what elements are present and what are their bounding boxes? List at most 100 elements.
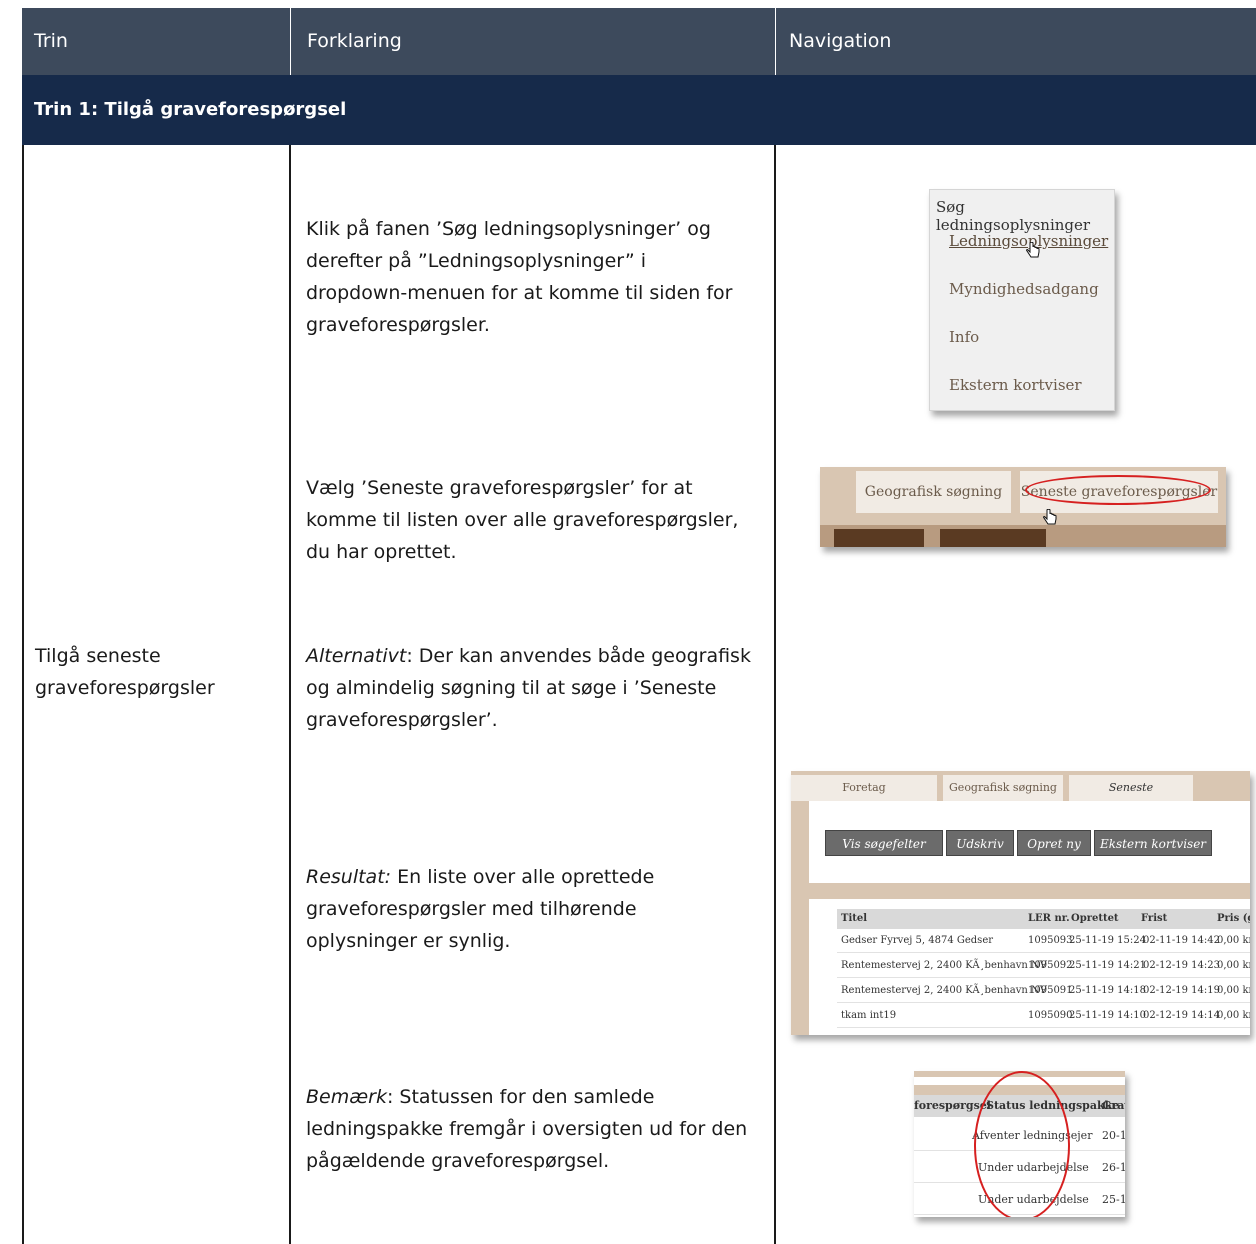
text-line: Bemærk: Statussen for den samlede [306,1081,747,1113]
text-line: dropdown-menuen for at komme til siden f… [306,282,733,304]
list-screenshot: Foretag graveforespørgsel Geografisk søg… [791,771,1250,1035]
table-row[interactable]: Rentemestervej 2, 2400 KÃ¸benhavn NV 109… [837,954,1250,978]
tab-geografisk-sogning[interactable]: Geografisk søgning [943,775,1063,801]
tabs-screenshot: Geografisk søgning Seneste graveforespør… [820,467,1226,547]
text-line: Alternativt: Der kan anvendes både geogr… [306,640,751,672]
table-header: Trin Forklaring Navigation [22,8,1256,75]
grid-header: Titel LER nr. Oprettet Frist Pris (gel [837,909,1250,929]
cell-oprettet: 25-11-19 15:24 [1069,935,1146,946]
tab-seneste-graveforesporgsler[interactable]: Seneste graveforespørgsler [1069,775,1193,820]
paragraph-note: Bemærk: Statussen for den samlede lednin… [306,1081,747,1177]
cell-titel: Gedser Fyrvej 5, 4874 Gedser [841,935,994,946]
text-line: graveforespørgsler. [306,314,490,336]
cell-titel: tkam int19 [841,1010,897,1021]
dropdown-item-info[interactable]: Info [949,328,979,346]
col-grav[interactable]: Grav [1102,1099,1125,1112]
col-ler-nr[interactable]: LER nr. [1028,909,1070,929]
cell-oprettet: 25-11-19 14:10 [1069,1010,1146,1021]
highlight-ring [974,1071,1070,1217]
cell-pris: 0,00 kr. [1217,935,1250,946]
step-label: Tilgå seneste graveforespørgsler [35,640,215,704]
section-row: Trin 1: Tilgå graveforespørgsel [22,75,1256,145]
cell-oprettet: 25-11-19 14:21 [1069,960,1146,971]
text-line: ledningspakke fremgår i oversigten ud fo… [306,1118,748,1140]
text-line: Resultat: En liste over alle oprettede [306,861,654,893]
text-line: graveforespørgsler’. [306,709,498,731]
cell-pris: 0,00 kr. [1217,960,1250,971]
col-frist[interactable]: Frist [1141,909,1167,929]
cell-pris: 0,00 kr. [1217,985,1250,996]
status-screenshot: forespørgsel Status ledningspakke Grav A… [914,1071,1125,1217]
text-line: pågældende graveforespørgsel. [306,1150,610,1172]
dropdown-title[interactable]: Søg ledningsoplysninger [936,198,1114,234]
button-panel: Vis søgefelter Udskriv Opret ny Ekstern … [809,801,1250,883]
paragraph-result: Resultat: En liste over alle oprettede g… [306,861,654,957]
cell-frist: 02-12-19 14:23 [1143,960,1220,971]
results-grid: Titel LER nr. Oprettet Frist Pris (gel G… [809,899,1250,1035]
step-label-line: graveforespørgsler [35,677,215,699]
table-border-left [22,145,24,1244]
cell-ler-nr: 1095093 [1028,935,1073,946]
ekstern-kortviser-button[interactable]: Ekstern kortviser [1094,830,1212,856]
cell-ler-nr: 1095090 [1028,1010,1073,1021]
text-line: derefter på ”Ledningsoplysninger” i [306,250,647,272]
text-span: En liste over alle oprettede [391,866,655,888]
text-line: og almindelig søgning til at søge i ’Sen… [306,677,717,699]
text-line: Klik på fanen ’Søg ledningsoplysninger’ … [306,218,711,240]
cell-grav: 20-1 [1102,1129,1125,1142]
cell-titel: Rentemestervej 2, 2400 KÃ¸benhavn NV [841,960,1047,971]
section-title: Trin 1: Tilgå graveforespørgsel [34,99,347,120]
tab-geografisk-sogning[interactable]: Geografisk søgning [856,471,1011,513]
subnav-tab [940,529,1046,547]
col-titel[interactable]: Titel [841,909,867,929]
header-divider [290,8,291,75]
highlight-ring [1025,475,1211,505]
table-row[interactable]: Rentemestervej 2, 2400 KÃ¸benhavn NV 109… [837,979,1250,1003]
dropdown-item-ekstern-kortviser[interactable]: Ekstern kortviser [949,376,1082,394]
table-border-right [774,145,776,1244]
hand-cursor-icon [1026,242,1040,258]
cell-ler-nr: 1095092 [1028,960,1073,971]
paragraph-alternative: Alternativt: Der kan anvendes både geogr… [306,640,751,736]
cell-grav: 26-1 [1102,1161,1125,1174]
subnav-tab [834,529,924,547]
cell-frist: 02-12-19 14:19 [1143,985,1220,996]
cell-frist: 02-12-19 14:14 [1143,1010,1220,1021]
opret-ny-button[interactable]: Opret ny [1017,830,1091,856]
text-line: komme til listen over alle graveforespør… [306,509,739,531]
dropdown-item-myndighedsadgang[interactable]: Myndighedsadgang [949,280,1099,298]
text-span: : Statussen for den samlede [386,1086,655,1108]
header-col-explanation: Forklaring [307,30,402,52]
dropdown-menu-screenshot: Søg ledningsoplysninger Ledningsoplysnin… [929,189,1115,411]
cell-grav: 25-1 [1102,1193,1125,1206]
hand-cursor-icon [1043,509,1057,525]
italic-lead: Resultat: [306,866,392,888]
step-label-line: Tilgå seneste [35,645,161,667]
cell-pris: 0,00 kr. [1217,1010,1250,1021]
paragraph-select-latest: Vælg ’Seneste graveforespørgsler’ for at… [306,472,738,568]
text-line: oplysninger er synlig. [306,930,511,952]
table-border-mid [289,145,291,1244]
text-span: : Der kan anvendes både geografisk [406,645,751,667]
col-oprettet[interactable]: Oprettet [1071,909,1119,929]
header-divider [775,8,776,75]
vis-sogefelter-button[interactable]: Vis søgefelter [825,830,943,856]
table-row[interactable]: Gedser Fyrvej 5, 4874 Gedser 1095093 25-… [837,929,1250,953]
cell-oprettet: 25-11-19 14:18 [1069,985,1146,996]
cell-titel: Rentemestervej 2, 2400 KÃ¸benhavn NV [841,985,1047,996]
text-line: du har oprettet. [306,541,457,563]
text-line: graveforespørgsler med tilhørende [306,898,637,920]
udskriv-button[interactable]: Udskriv [946,830,1014,856]
italic-lead: Bemærk [306,1086,387,1108]
cell-frist: 02-11-19 14:42 [1143,935,1220,946]
header-col-step: Trin [34,30,68,52]
col-pris[interactable]: Pris (gel [1217,909,1250,929]
instruction-table: Trin Forklaring Navigation Trin 1: Tilgå… [0,8,1256,1244]
cell-ler-nr: 1095091 [1028,985,1073,996]
table-row[interactable]: tkam int19 1095090 25-11-19 14:10 02-12-… [837,1004,1250,1028]
italic-lead: Alternativt [306,645,407,667]
header-col-navigation: Navigation [789,30,892,52]
paragraph-click-tab: Klik på fanen ’Søg ledningsoplysninger’ … [306,213,733,341]
tab-foretag-graveforesporgsel[interactable]: Foretag graveforespørgsel [791,775,937,820]
text-line: Vælg ’Seneste graveforespørgsler’ for at [306,477,693,499]
